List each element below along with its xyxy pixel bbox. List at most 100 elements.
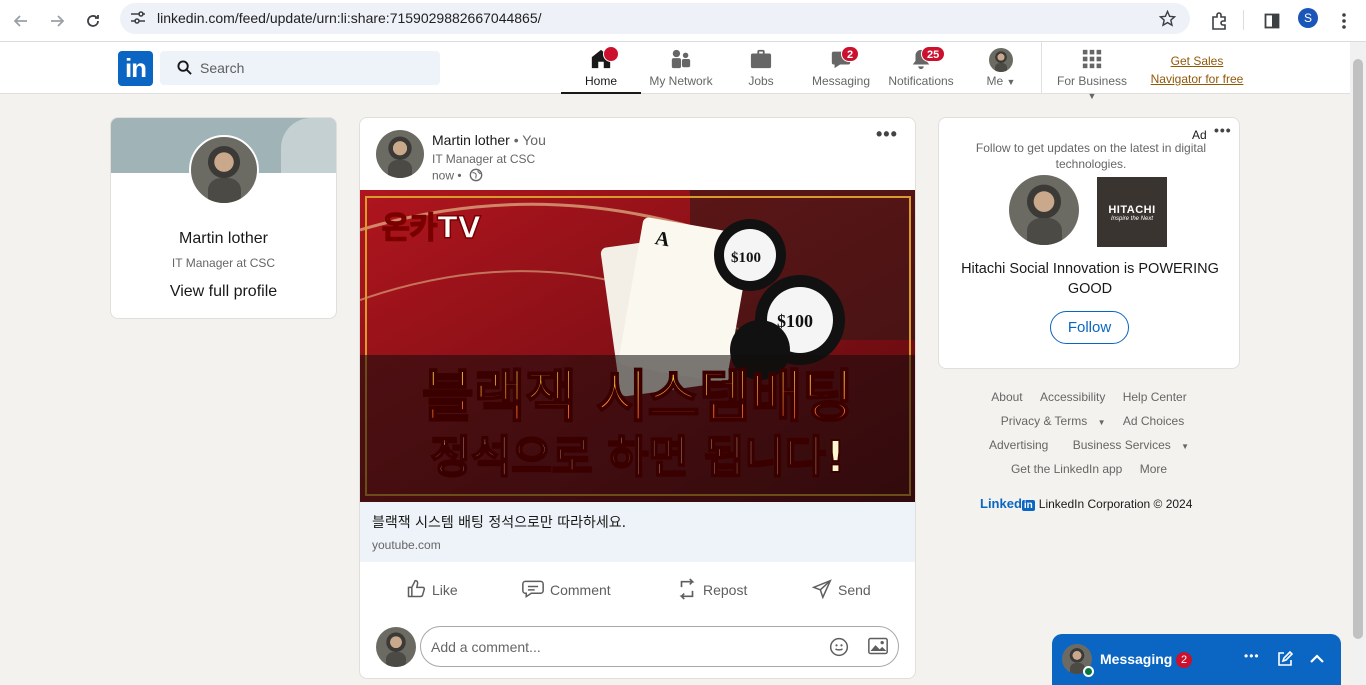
footer-link-advertising[interactable]: Advertising bbox=[989, 438, 1048, 452]
me-avatar bbox=[989, 48, 1013, 72]
nav-notifications[interactable]: 25 Notifications bbox=[881, 46, 961, 94]
page-scrollbar[interactable] bbox=[1350, 42, 1366, 685]
footer-link-more[interactable]: More bbox=[1140, 462, 1167, 476]
comment-label: Comment bbox=[550, 582, 611, 598]
image-headline-1: 블랙잭 시스템배팅 bbox=[422, 365, 854, 430]
footer-link-ad-choices[interactable]: Ad Choices bbox=[1123, 414, 1184, 428]
profile-name[interactable]: Martin lother bbox=[111, 230, 336, 248]
side-panel-icon[interactable] bbox=[1259, 8, 1285, 34]
forward-icon[interactable] bbox=[44, 8, 70, 34]
chevron-down-icon: ▼ bbox=[1181, 442, 1190, 451]
nav-my-network[interactable]: My Network bbox=[641, 46, 721, 94]
header-divider bbox=[1041, 42, 1042, 94]
messaging-more-icon[interactable]: ••• bbox=[1244, 649, 1260, 663]
footer-link-get-app[interactable]: Get the LinkedIn app bbox=[1011, 462, 1122, 476]
comment-placeholder: Add a comment... bbox=[431, 639, 541, 655]
view-full-profile-link[interactable]: View full profile bbox=[111, 283, 336, 301]
grid-icon bbox=[1081, 48, 1103, 70]
nav-me[interactable]: Me ▼ bbox=[961, 46, 1041, 94]
search-placeholder: Search bbox=[200, 60, 245, 76]
extensions-icon[interactable] bbox=[1206, 8, 1232, 34]
linkedin-logo[interactable]: in bbox=[118, 51, 153, 86]
nav-messaging[interactable]: 2 Messaging bbox=[801, 46, 881, 94]
repost-label: Repost bbox=[703, 582, 748, 598]
sales-link-line1: Get Sales bbox=[1170, 54, 1224, 68]
post-card: Martin lother • You IT Manager at CSC no… bbox=[359, 117, 916, 679]
address-bar[interactable]: linkedin.com/feed/update/urn:li:share:71… bbox=[120, 3, 1190, 34]
footer-link-privacy[interactable]: Privacy & Terms ▼ bbox=[994, 414, 1106, 428]
comment-icon bbox=[522, 579, 544, 602]
messaging-badge: 2 bbox=[841, 46, 860, 62]
profile-avatar[interactable] bbox=[189, 135, 259, 205]
image-headline-2: 정석으로 하면 됩니다! bbox=[430, 432, 845, 483]
messaging-overlay[interactable]: Messaging 2 ••• bbox=[1052, 634, 1341, 685]
linkedin-wordmark: Linked in bbox=[980, 496, 1035, 511]
ad-card: Ad ••• Follow to get updates on the late… bbox=[938, 117, 1240, 369]
nav-my-network-label: My Network bbox=[649, 74, 713, 88]
send-button[interactable]: Send bbox=[811, 578, 871, 602]
footer-link-accessibility[interactable]: Accessibility bbox=[1040, 390, 1105, 404]
sales-link-line2: Navigator for free bbox=[1150, 72, 1244, 86]
author-avatar[interactable] bbox=[376, 130, 424, 178]
link-domain: youtube.com bbox=[372, 538, 441, 552]
scroll-thumb[interactable] bbox=[1353, 59, 1363, 639]
author-you-label: • You bbox=[509, 132, 546, 148]
footer-link-business-services[interactable]: Business Services ▼ bbox=[1066, 438, 1189, 452]
nav-for-business-label: For Business ▼ bbox=[1056, 74, 1128, 101]
sales-navigator-link[interactable]: Get Sales Navigator for free bbox=[1146, 52, 1248, 88]
nav-jobs[interactable]: Jobs bbox=[721, 46, 801, 94]
copyright-text: LinkedIn Corporation © 2024 bbox=[1038, 496, 1193, 511]
like-label: Like bbox=[432, 582, 458, 598]
nav-messaging-label: Messaging bbox=[811, 74, 871, 88]
comment-button[interactable]: Comment bbox=[522, 578, 611, 602]
toolbar-divider bbox=[1243, 10, 1244, 30]
ad-headline: Hitachi Social Innovation is POWERING GO… bbox=[961, 261, 1219, 297]
author-name[interactable]: Martin lother • You bbox=[432, 132, 546, 148]
bookmark-star-icon[interactable] bbox=[1158, 9, 1177, 32]
link-preview[interactable]: 블랙잭 시스템 배팅 정석으로만 따라하세요. youtube.com bbox=[360, 502, 915, 562]
online-status-icon bbox=[1083, 666, 1094, 677]
browser-menu-icon[interactable] bbox=[1331, 8, 1357, 34]
repost-button[interactable]: Repost bbox=[677, 577, 748, 602]
nav-notifications-label: Notifications bbox=[888, 74, 954, 88]
search-icon bbox=[177, 60, 192, 80]
post-image[interactable]: A $100 $100 온카TV 블랙잭 시스템배팅 정석으로 하면 됩니다! bbox=[360, 190, 915, 502]
chevron-down-icon: ▼ bbox=[1087, 91, 1097, 101]
messaging-count-badge: 2 bbox=[1176, 652, 1192, 668]
profile-card: Martin lother IT Manager at CSC View ful… bbox=[110, 117, 337, 319]
reload-icon[interactable] bbox=[80, 8, 106, 34]
company-logo[interactable]: HITACHI Inspire the Next bbox=[1097, 177, 1167, 247]
network-icon bbox=[670, 48, 692, 70]
ad-more-options-icon[interactable]: ••• bbox=[1214, 122, 1232, 138]
browser-profile-avatar[interactable]: S bbox=[1298, 8, 1318, 28]
link-title: 블랙잭 시스템 배팅 정석으로만 따라하세요. bbox=[372, 515, 627, 531]
comment-input[interactable]: Add a comment... bbox=[420, 626, 899, 667]
commenter-avatar bbox=[376, 627, 416, 667]
compose-icon[interactable] bbox=[1277, 650, 1294, 672]
author-title: IT Manager at CSC bbox=[432, 152, 536, 166]
nav-for-business[interactable]: For Business ▼ bbox=[1052, 46, 1132, 101]
ad-description: Follow to get updates on the latest in d… bbox=[975, 141, 1207, 171]
linkedin-header: in Search Home My Network Jobs 2 Messagi… bbox=[0, 42, 1350, 101]
back-icon[interactable] bbox=[8, 8, 34, 34]
company-logo-name: HITACHI bbox=[1108, 204, 1156, 216]
briefcase-icon bbox=[750, 48, 772, 70]
search-input[interactable]: Search bbox=[160, 51, 440, 85]
footer-row: Get the LinkedIn app More bbox=[938, 462, 1240, 476]
like-button[interactable]: Like bbox=[406, 578, 458, 602]
home-notification-dot bbox=[603, 46, 619, 62]
chevron-up-icon[interactable] bbox=[1309, 652, 1325, 670]
post-time: now • bbox=[432, 168, 483, 185]
post-more-options-icon[interactable]: ••• bbox=[876, 124, 898, 145]
follow-button[interactable]: Follow bbox=[1050, 311, 1129, 344]
nav-home[interactable]: Home bbox=[561, 46, 641, 94]
footer-link-about[interactable]: About bbox=[991, 390, 1022, 404]
chevron-down-icon: ▼ bbox=[1097, 418, 1106, 427]
corporation-line: Linked in LinkedIn Corporation © 2024 bbox=[980, 496, 1192, 511]
emoji-icon[interactable] bbox=[829, 637, 849, 662]
company-logo-tagline: Inspire the Next bbox=[1110, 216, 1154, 222]
site-settings-icon[interactable] bbox=[130, 11, 146, 30]
send-label: Send bbox=[838, 582, 871, 598]
footer-link-help-center[interactable]: Help Center bbox=[1123, 390, 1187, 404]
image-icon[interactable] bbox=[868, 637, 888, 660]
